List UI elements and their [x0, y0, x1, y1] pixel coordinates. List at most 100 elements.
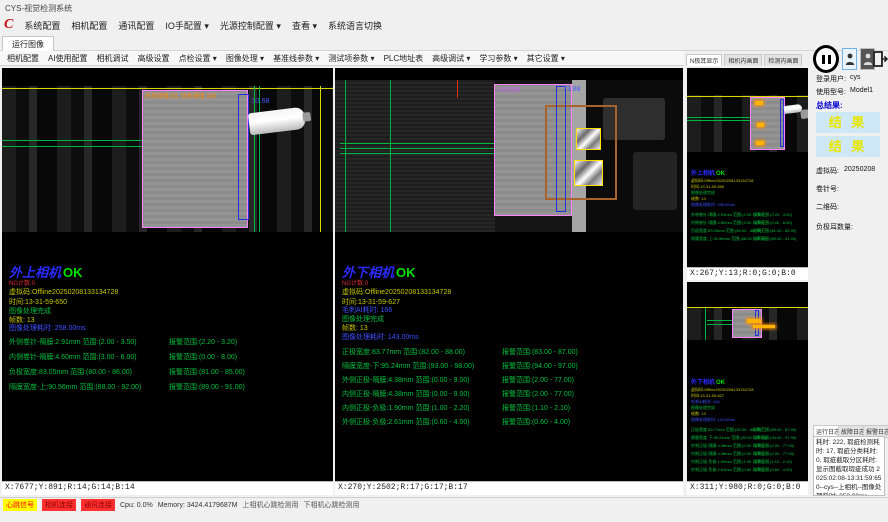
measurement-row: 隔膜宽度-上:90.56mm 范围:(88.00 - 92.00)报警范围:(8… [9, 382, 331, 392]
left-camera-view[interactable]: 好品阈值:93, 动态阈值:100 53.68 外上相机OK NG计数:0 虚拟… [2, 68, 333, 481]
toolbar-spot-check[interactable]: 点检设置 ▾ [179, 53, 217, 64]
process-time-line: 图像处理耗时: 258.00ms [9, 323, 86, 333]
green-measure-line [687, 117, 751, 118]
measurement-row: 负极宽度:83.05mm 范围:(80.00 - 86.00)报警范围:(81.… [9, 367, 331, 377]
alarm-text: 报警范围:(2.20 - 3.20) [169, 337, 237, 347]
highlight-mark [756, 141, 764, 145]
user-mode-button[interactable] [842, 48, 857, 70]
measure-value-label: 73.88 [563, 86, 581, 93]
green-edge-line [345, 80, 346, 232]
measurement-row: 内侧正极-负极:1.90mm 范围:(1.00 - 2.20)报警范围:(1.1… [691, 459, 808, 465]
red-mark-line [457, 80, 458, 98]
toolbar-plc-address[interactable]: PLC地址表 [384, 53, 424, 64]
measurement-row: 内侧正极-隔膜:4.38mm 范围:(0.00 - 9.00)报警范围:(2.0… [342, 389, 681, 399]
camera-connect-badge: 相机连接 [42, 499, 76, 511]
yellow-guide-line [2, 88, 333, 89]
measurement-row: 正极宽度:83.77mm 范围:(82.00 - 88.00)报警范围:(83.… [691, 427, 808, 433]
alarm-text: 报警范围:(0.00 - 8.00) [169, 352, 237, 362]
log-text-area[interactable]: 耗时: 222, 瑕疵检测耗时: 17, 瑕疵分类耗时: 0, 瑕疵截取分区耗时… [813, 436, 885, 496]
exit-door-icon [873, 51, 888, 67]
measurement-row: 外侧正极-负极:2.61mm 范围:(0.60 - 4.00)报警范围:(0.6… [691, 467, 808, 473]
roi-box-measure [755, 310, 759, 336]
toolbar-camera-debug[interactable]: 相机调试 [97, 53, 129, 64]
pin-number-label: 卷针号: [816, 184, 839, 194]
top-thumbnail-view[interactable]: 外上相机OK 虚拟码:Offline20250208133134728 时间:1… [687, 68, 808, 267]
green-edge-line [259, 86, 260, 232]
highlight-mark [757, 123, 764, 127]
alarm-text: 报警范围:(0.00 - 8.00) [753, 220, 792, 226]
thumb-tab-n-tab-display[interactable]: N极耳显示 [686, 54, 722, 66]
pause-button[interactable] [813, 46, 839, 72]
main-tab-row: 运行图像 [0, 34, 888, 51]
connector-object [784, 104, 803, 114]
green-measure-line [340, 148, 497, 149]
virtual-code-line: 虚拟码:Offline20250208133134728 [342, 287, 451, 297]
measure-text: 负极宽度:83.05mm 范围:(80.00 - 86.00) [691, 228, 761, 233]
process-time-line: 图像处理耗时: 143.00ms [691, 417, 735, 423]
alarm-text: 报警范围:(89.00 - 91.00) [169, 382, 245, 392]
measure-text: 正极宽度:83.77mm 范围:(82.00 - 88.00) [342, 349, 465, 356]
film-texture [335, 80, 495, 232]
memory-usage: Memory: 3424.4179687M [158, 502, 238, 509]
measurement-row: 外侧正极-负极:2.61mm 范围:(0.60 - 4.00)报警范围:(0.6… [342, 417, 681, 427]
measurement-row: 外侧正极-隔膜:4.38mm 范围:(0.00 - 9.00)报警范围:(2.0… [691, 443, 808, 449]
alarm-text: 报警范围:(2.00 - 77.00) [502, 389, 574, 399]
exit-button[interactable] [872, 48, 888, 70]
toolbar-advanced-debug[interactable]: 高级调试 ▾ [432, 53, 470, 64]
ok-status: OK [63, 265, 83, 280]
camera-name: 外下相机 [691, 380, 715, 386]
measurement-row: 外侧卷针-隔膜:2.91mm 范围:(2.00 - 3.50)报警范围:(2.2… [691, 212, 808, 218]
connector-object [248, 107, 306, 136]
process-time-line: 图像处理耗时: 258.00ms [691, 202, 735, 208]
measurement-row: 内侧正极-隔膜:4.38mm 范围:(0.00 - 9.00)报警范围:(2.0… [691, 451, 808, 457]
measure-text: 隔膜宽度-下:95.24mm 范围:(93.00 - 98.00) [342, 363, 474, 370]
measurement-row: 隔膜宽度-上:90.56mm 范围:(88.00 - 92.00)报警范围:(8… [691, 236, 808, 242]
toolbar-test-params[interactable]: 测试项参数 ▾ [328, 53, 374, 64]
toolbar-camera-config[interactable]: 相机配置 [7, 53, 39, 64]
alarm-text: 报警范围:(83.00 - 87.00) [753, 427, 796, 433]
menu-item-language-switch[interactable]: 系统语言切换 [328, 19, 382, 32]
tab-run-image[interactable]: 运行图像 [2, 36, 54, 52]
process-time-line: 图像处理耗时: 143.00ms [342, 332, 419, 342]
left-camera-image[interactable]: 好品阈值:93, 动态阈值:100 53.68 [2, 86, 333, 232]
menu-item-light-config[interactable]: 光源控制配置 ▾ [220, 19, 281, 32]
toolbar-other-settings[interactable]: 其它设置 ▾ [527, 53, 565, 64]
thumb-tab-camera-view[interactable]: 相机内画面 [724, 54, 762, 66]
alarm-text: 报警范围:(94.00 - 97.00) [502, 361, 578, 371]
roi-box-measure [556, 86, 566, 212]
toolbar-baseline-params[interactable]: 基准线参数 ▾ [273, 53, 319, 64]
menu-item-comm-config[interactable]: 通讯配置 [118, 19, 154, 32]
menu-item-camera-config[interactable]: 相机配置 [71, 19, 107, 32]
measurement-row: 隔膜宽度-下:95.24mm 范围:(93.00 - 98.00)报警范围:(9… [691, 435, 808, 441]
middle-overlay: 外下相机OK NG计数:0 虚拟码:Offline202502081331347… [342, 262, 681, 481]
measure-text: 负极宽度:83.05mm 范围:(80.00 - 86.00) [9, 369, 132, 376]
defect-highlight [753, 325, 775, 328]
menu-item-view[interactable]: 查看 ▾ [292, 19, 317, 32]
thumb-tab-detect-view[interactable]: 检测内画面 [764, 54, 802, 66]
measurement-row: 隔膜宽度-下:95.24mm 范围:(93.00 - 98.00) 报警范围:(9… [342, 361, 681, 371]
top-thumbnail-coordinate-bar: X:267;Y:13;R:0;G:0;B:0 [687, 267, 808, 280]
alarm-text: 报警范围:(94.00 - 97.00) [753, 435, 796, 441]
bottom-thumbnail-view[interactable]: 外下相机OK 虚拟码:Offline20250208133134728 时间:1… [687, 282, 808, 481]
toolbar-ai-config[interactable]: AI使用配置 [48, 53, 88, 64]
yellow-guide-line [687, 96, 808, 97]
middle-camera-image[interactable]: AI检测框 73.88 [335, 80, 683, 232]
login-user-value: cys [850, 74, 861, 81]
middle-camera-view[interactable]: AI检测框 73.88 外下相机OK NG计数:0 虚拟码:Offline202… [335, 68, 683, 481]
total-result-label: 总结果: [816, 100, 843, 111]
toolbar-learning-params[interactable]: 学习参数 ▾ [479, 53, 517, 64]
menu-item-io-config[interactable]: IO手配置 ▾ [165, 19, 209, 32]
measure-text: 内侧卷针-隔膜:4.60mm 范围:(3.00 - 6.00) [9, 354, 137, 361]
user-dark-icon [863, 52, 873, 66]
toolbar-advanced-settings[interactable]: 高级设置 [138, 53, 170, 64]
green-edge-line [254, 86, 255, 232]
measure-text: 外侧卷针-隔膜:2.91mm 范围:(2.00 - 3.50) [9, 339, 137, 346]
toolbar-image-processing[interactable]: 图像处理 ▾ [226, 53, 264, 64]
green-edge-line [390, 80, 391, 232]
defect-highlight [747, 319, 761, 323]
camera-name: 外上相机 [691, 171, 715, 177]
yellow-guide-line-vertical [320, 86, 321, 232]
measurement-row: 外侧正极-隔膜:4.38mm 范围:(0.00 - 9.00)报警范围:(2.0… [342, 375, 681, 385]
ng-count-label: NG计数:0 [9, 278, 35, 287]
menu-item-system-config[interactable]: 系统配置 [24, 19, 60, 32]
